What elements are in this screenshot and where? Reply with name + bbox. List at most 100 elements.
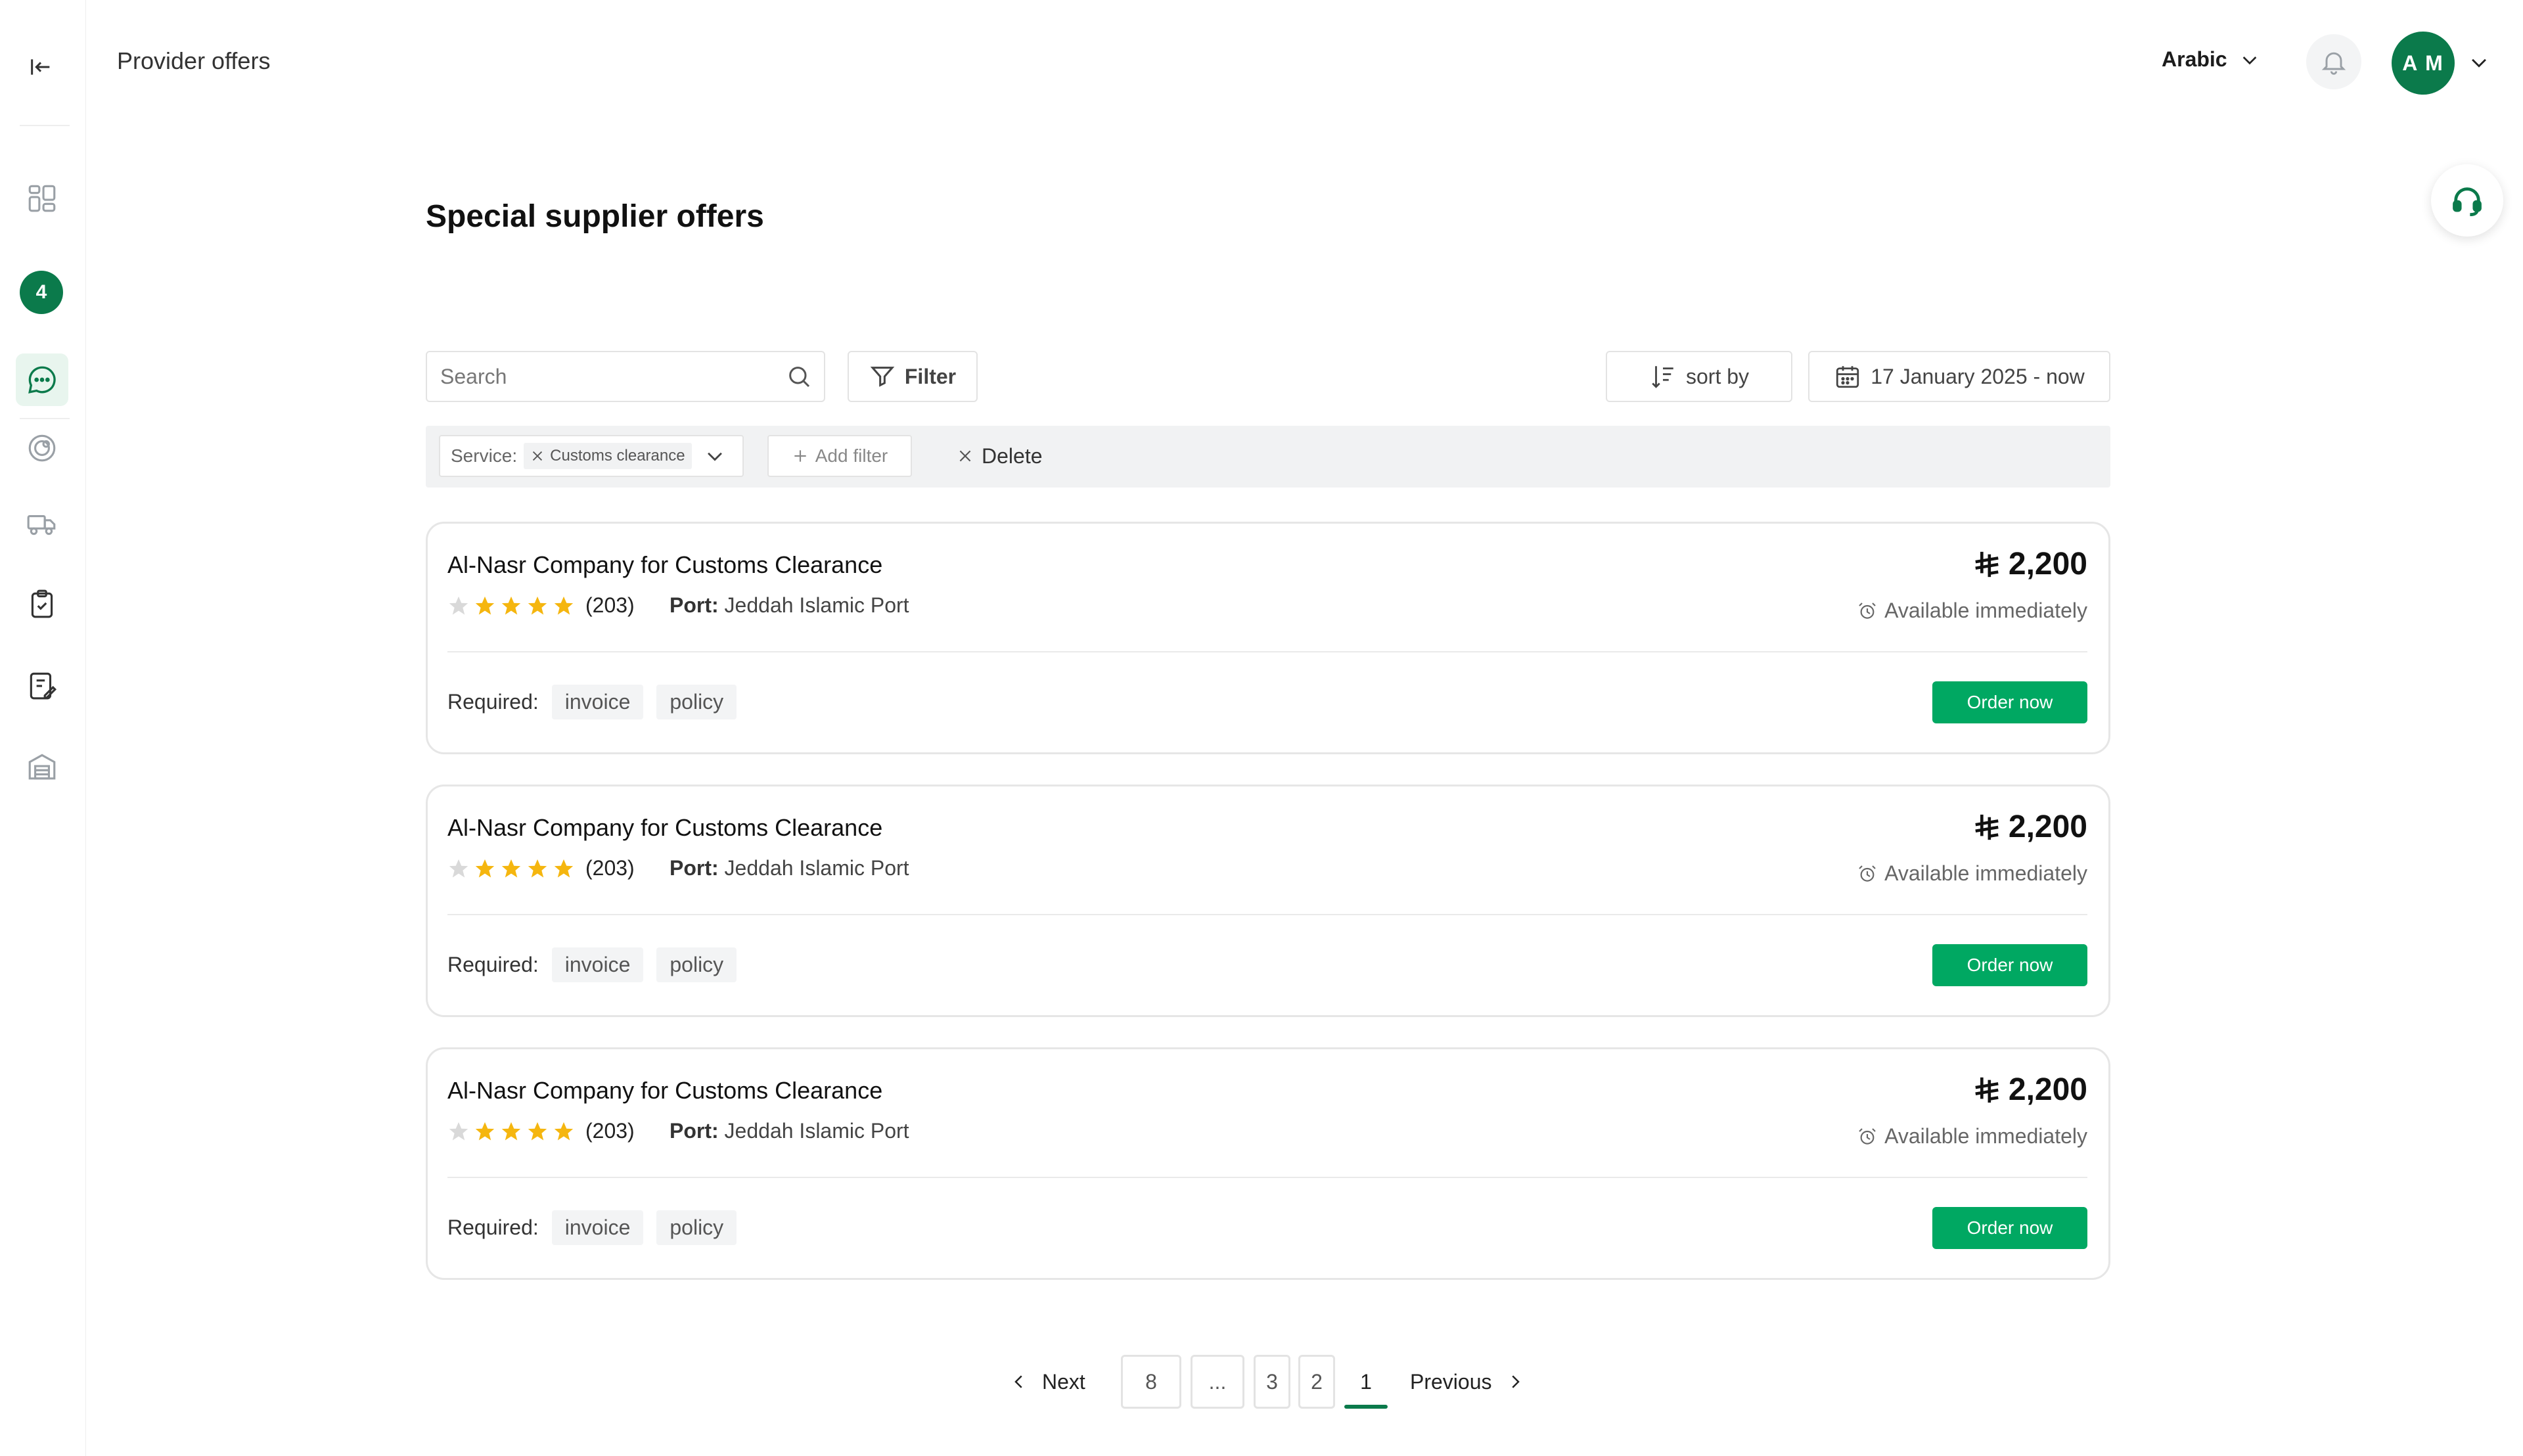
page-button[interactable]: 3 [1254, 1355, 1290, 1409]
riyal-icon [1975, 551, 1999, 577]
document-tag: invoice [551, 1210, 644, 1245]
chevron-right-icon [1511, 1375, 1520, 1388]
sort-button[interactable]: sort by [1606, 351, 1792, 402]
star-filled-icon [501, 1122, 521, 1141]
required-documents: Required: invoice policy [447, 685, 737, 719]
account-menu-chevron-icon[interactable] [2468, 51, 2490, 77]
language-selector[interactable]: Arabic [2162, 47, 2260, 72]
rating-stars [447, 857, 575, 880]
order-now-button[interactable]: Order now [1932, 1207, 2087, 1249]
star-filled-icon [554, 596, 574, 615]
search-input[interactable] [439, 363, 786, 390]
page-title: Provider offers [117, 47, 271, 74]
date-range-button[interactable]: 17 January 2025 - now [1808, 351, 2110, 402]
sidebar: 4 [0, 0, 86, 1456]
dashboard-icon[interactable] [16, 172, 68, 225]
search-box [426, 351, 825, 402]
order-now-button[interactable]: Order now [1932, 681, 2087, 723]
filter-label: Filter [904, 364, 957, 388]
port-value: Jeddah Islamic Port [724, 593, 909, 617]
provider-name: Al-Nasr Company for Customs Clearance [447, 551, 883, 578]
notifications-button[interactable] [2306, 34, 2361, 89]
star-filled-icon [475, 596, 495, 615]
star-filled-icon [501, 859, 521, 878]
chevron-down-icon[interactable] [704, 445, 726, 467]
warehouse-icon[interactable] [16, 740, 68, 792]
page-button[interactable]: 2 [1298, 1355, 1335, 1409]
required-label: Required: [447, 690, 539, 714]
rating-count: (203) [585, 856, 635, 880]
truck-icon[interactable] [16, 498, 68, 551]
page-current[interactable]: 1 [1344, 1355, 1388, 1409]
close-icon [959, 450, 971, 462]
document-tag: policy [656, 1210, 737, 1245]
chat-icon[interactable] [16, 353, 68, 406]
price-value: 2,200 [2008, 1072, 2087, 1107]
offer-price: 2,200 [1972, 546, 2087, 582]
filter-chip-value: Customs clearance [524, 443, 692, 469]
alarm-clock-icon [1859, 865, 1876, 882]
page-ellipsis: ... [1191, 1355, 1244, 1409]
availability: Available immediately [1857, 1124, 2087, 1149]
avatar[interactable]: A M [2392, 32, 2455, 95]
provider-name: Al-Nasr Company for Customs Clearance [447, 814, 883, 841]
star-filled-icon [528, 859, 547, 878]
riyal-icon [1975, 1077, 1999, 1103]
support-button[interactable] [2431, 164, 2503, 237]
radar-icon[interactable] [16, 422, 68, 474]
collapse-sidebar-icon[interactable] [20, 46, 62, 88]
filter-chip-label: Service: [451, 445, 518, 466]
card-divider [447, 914, 2087, 915]
add-filter-label: Add filter [815, 445, 888, 466]
offer-card: Al-Nasr Company for Customs Clearance (2… [426, 522, 2110, 754]
provider-name: Al-Nasr Company for Customs Clearance [447, 1077, 883, 1104]
filter-button[interactable]: Filter [848, 351, 978, 402]
add-filter-button[interactable]: Add filter [767, 435, 912, 477]
delete-label: Delete [982, 444, 1043, 468]
sort-icon [1652, 366, 1673, 388]
required-documents: Required: invoice policy [447, 947, 737, 982]
document-tag: policy [656, 947, 737, 982]
offer-card: Al-Nasr Company for Customs Clearance (2… [426, 785, 2110, 1017]
port-value: Jeddah Islamic Port [724, 856, 909, 880]
star-filled-icon [528, 1122, 547, 1141]
pagination-next-button[interactable]: Next [1009, 1354, 1085, 1410]
port-label: Port: [670, 1119, 719, 1143]
price-value: 2,200 [2008, 809, 2087, 844]
required-documents: Required: invoice policy [447, 1210, 737, 1245]
calendar-icon [1836, 366, 1859, 388]
port-value: Jeddah Islamic Port [724, 1119, 909, 1143]
clipboard-check-icon[interactable] [16, 578, 68, 631]
rating-stars [447, 595, 575, 617]
availability-text: Available immediately [1884, 861, 2087, 885]
rating-stars [447, 1120, 575, 1143]
sort-label: sort by [1685, 364, 1750, 388]
language-label: Arabic [2162, 47, 2227, 71]
sidebar-divider [20, 125, 70, 126]
notification-count-badge[interactable]: 4 [20, 271, 63, 314]
port-info: Port: Jeddah Islamic Port [670, 1119, 909, 1143]
service-filter-chip[interactable]: Service: Customs clearance [439, 435, 744, 477]
pagination-previous-button[interactable]: Previous [1410, 1354, 1525, 1410]
chevron-left-icon [1014, 1375, 1022, 1388]
availability: Available immediately [1857, 861, 2087, 886]
star-filled-icon [528, 596, 547, 615]
star-filled-icon [501, 596, 521, 615]
rating-count: (203) [585, 1119, 635, 1143]
next-label: Next [1042, 1369, 1085, 1394]
filter-chip-value-text: Customs clearance [550, 447, 685, 465]
document-tag: invoice [551, 685, 644, 719]
order-now-button[interactable]: Order now [1932, 944, 2087, 986]
previous-label: Previous [1410, 1369, 1492, 1394]
port-info: Port: Jeddah Islamic Port [670, 856, 909, 880]
star-empty-icon [449, 1122, 468, 1141]
delete-filters-button[interactable]: Delete [957, 440, 1043, 472]
card-divider [447, 1177, 2087, 1178]
edit-document-icon[interactable] [16, 660, 68, 712]
star-filled-icon [475, 859, 495, 878]
page-button[interactable]: 8 [1121, 1355, 1181, 1409]
search-icon[interactable] [786, 363, 812, 390]
remove-filter-icon[interactable] [530, 449, 545, 463]
alarm-clock-icon [1859, 602, 1876, 619]
required-label: Required: [447, 1216, 539, 1239]
